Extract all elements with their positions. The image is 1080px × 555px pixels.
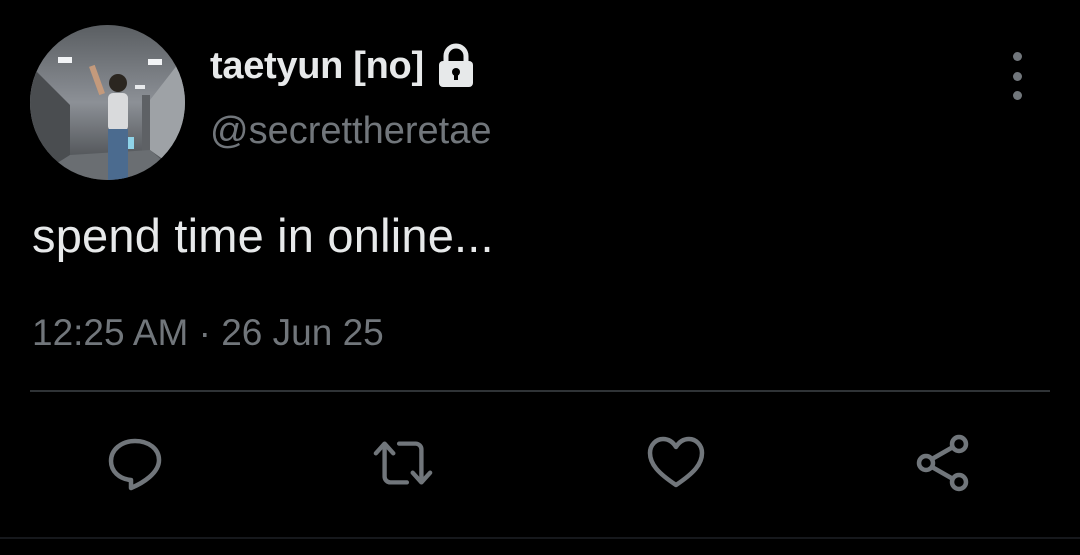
share-button[interactable] <box>912 432 974 494</box>
retweet-icon <box>373 441 433 485</box>
reply-button[interactable] <box>104 432 166 494</box>
lock-icon <box>434 43 478 89</box>
tweet-timestamp[interactable]: 12:25 AM · 26 Jun 25 <box>32 312 384 354</box>
display-name-row: taetyun [no] <box>210 40 478 92</box>
divider <box>30 390 1050 392</box>
like-button[interactable] <box>645 432 707 494</box>
tweet-text: spend time in online... <box>32 209 494 262</box>
user-handle[interactable]: @secrettheretae <box>210 110 492 153</box>
display-name[interactable]: taetyun [no] <box>210 45 424 88</box>
heart-icon <box>647 436 705 488</box>
share-icon <box>916 434 969 492</box>
bottom-divider <box>0 537 1080 539</box>
more-dot-icon <box>1012 52 1022 61</box>
reply-icon <box>108 438 162 491</box>
retweet-button[interactable] <box>372 432 434 494</box>
avatar[interactable] <box>30 25 185 180</box>
more-options-button[interactable] <box>1000 52 1034 100</box>
more-dot-icon <box>1012 91 1022 100</box>
more-dot-icon <box>1012 71 1022 81</box>
avatar-photo <box>30 25 185 180</box>
